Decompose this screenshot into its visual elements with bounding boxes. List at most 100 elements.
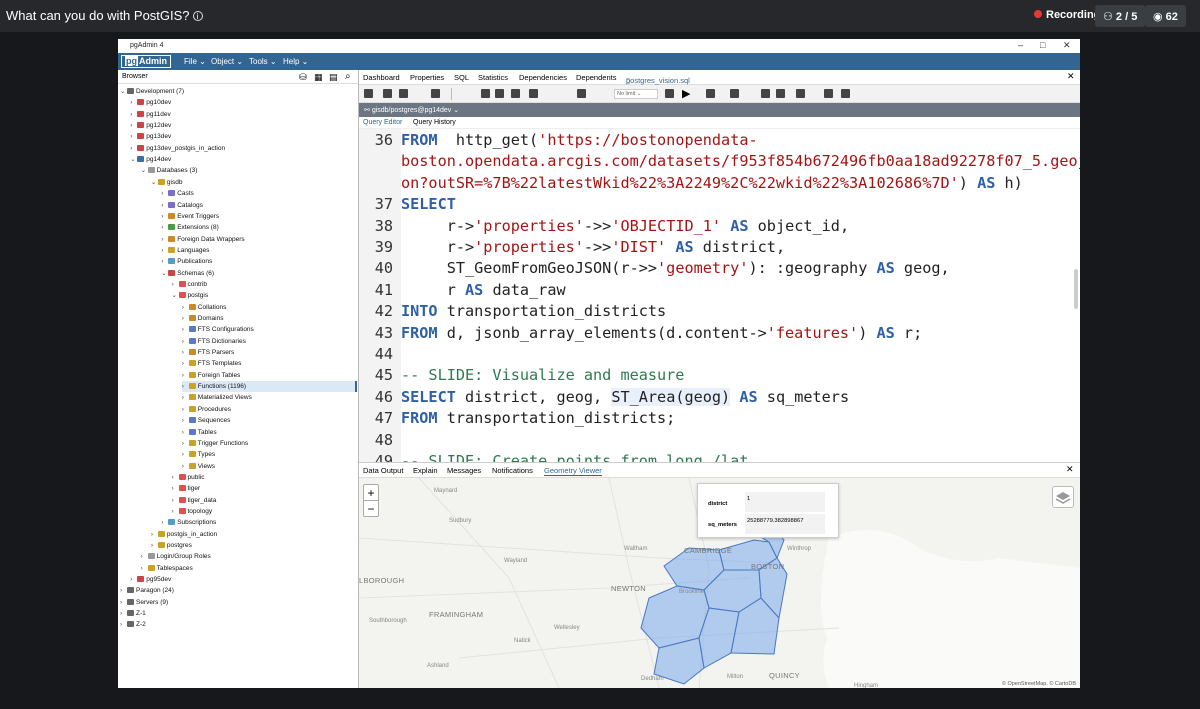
- chevron-right-icon[interactable]: ›: [172, 495, 179, 506]
- tab-messages[interactable]: Messages: [447, 466, 481, 475]
- code-line[interactable]: SELECT district, geog, ST_Area(geog) AS …: [401, 387, 849, 406]
- tree-item[interactable]: › pg12dev: [130, 120, 171, 131]
- clear-icon[interactable]: [796, 89, 805, 98]
- explain-icon[interactable]: [706, 89, 715, 98]
- tree-item[interactable]: › postgres: [151, 540, 192, 551]
- chevron-right-icon[interactable]: ›: [172, 472, 179, 483]
- chevron-right-icon[interactable]: ›: [182, 336, 189, 347]
- chevron-right-icon[interactable]: ›: [161, 256, 168, 267]
- chevron-right-icon[interactable]: ›: [161, 200, 168, 211]
- tab-query-editor[interactable]: Query Editor: [363, 119, 402, 126]
- tree-item[interactable]: › Foreign Data Wrappers: [161, 234, 245, 245]
- chevron-right-icon[interactable]: ›: [120, 597, 127, 608]
- chevron-right-icon[interactable]: ›: [182, 347, 189, 358]
- tab-sql[interactable]: SQL: [454, 73, 469, 82]
- tree-item[interactable]: › pg13dev_postgis_in_action: [130, 143, 225, 154]
- stop-icon[interactable]: [665, 89, 674, 98]
- code-line[interactable]: FROM http_get('https://bostonopendata-: [401, 131, 758, 149]
- editor-scrollbar[interactable]: [1074, 269, 1078, 309]
- code-line[interactable]: SELECT: [401, 195, 456, 213]
- tree-item[interactable]: › tiger_data: [172, 495, 216, 506]
- viewers-badge[interactable]: ◉ 62: [1145, 5, 1186, 27]
- chevron-right-icon[interactable]: ›: [130, 143, 137, 154]
- code-line[interactable]: r->'properties'->>'OBJECTID_1' AS object…: [401, 217, 849, 235]
- code-line[interactable]: FROM transportation_districts;: [401, 409, 675, 427]
- chevron-right-icon[interactable]: ›: [182, 415, 189, 426]
- sql-icon[interactable]: ▤: [329, 72, 338, 83]
- tab-notifications[interactable]: Notifications: [492, 466, 533, 475]
- chevron-right-icon[interactable]: ›: [151, 540, 158, 551]
- tree-item[interactable]: › Subscriptions: [161, 517, 216, 528]
- tree-item[interactable]: › postgis_in_action: [151, 529, 217, 540]
- tree-item[interactable]: › FTS Parsers: [182, 347, 234, 358]
- tab-properties[interactable]: Properties: [410, 73, 444, 82]
- tab-explain[interactable]: Explain: [413, 466, 438, 475]
- chevron-down-icon[interactable]: ⌄: [130, 154, 137, 165]
- folder-icon[interactable]: [383, 89, 392, 98]
- tab-dependents[interactable]: Dependents: [576, 73, 616, 82]
- menu-file[interactable]: File ⌄: [184, 57, 206, 66]
- grid-icon[interactable]: ▦: [314, 72, 323, 83]
- commit-icon[interactable]: [761, 89, 770, 98]
- chevron-right-icon[interactable]: ›: [161, 234, 168, 245]
- tree-item[interactable]: ⌄ Databases (3): [141, 165, 197, 176]
- tree-item[interactable]: › pg95dev: [130, 574, 171, 585]
- tab-dependencies[interactable]: Dependencies: [519, 73, 567, 82]
- tree-item[interactable]: › public: [172, 472, 204, 483]
- menu-tools[interactable]: Tools ⌄: [249, 57, 277, 66]
- map-attribution[interactable]: © OpenStreetMap, © CartoDB: [999, 681, 1078, 687]
- chevron-right-icon[interactable]: ›: [172, 279, 179, 290]
- tree-item[interactable]: › Domains: [182, 313, 223, 324]
- chevron-right-icon[interactable]: ›: [130, 109, 137, 120]
- geometry-map[interactable]: Maynard Sudbury Waltham Wayland CAMBRIDGE Win…: [359, 478, 1080, 688]
- tree-item[interactable]: › pg10dev: [130, 97, 171, 108]
- tree-item[interactable]: ⌄ postgis: [172, 290, 208, 301]
- chevron-right-icon[interactable]: ›: [182, 438, 189, 449]
- analyze-icon[interactable]: [730, 89, 739, 98]
- code-line[interactable]: -- SLIDE: Visualize and measure: [401, 366, 684, 384]
- tree-item[interactable]: ⌄ Schemas (6): [161, 268, 214, 279]
- code-line[interactable]: ST_GeomFromGeoJSON(r->>'geometry'): :geo…: [401, 259, 950, 277]
- chevron-down-icon[interactable]: ⌄: [141, 165, 148, 176]
- chevron-right-icon[interactable]: ›: [120, 608, 127, 619]
- tree-item[interactable]: › Sequences: [182, 415, 230, 426]
- tree-item[interactable]: ⌄ pg14dev: [130, 154, 171, 165]
- tree-item[interactable]: › Event Triggers: [161, 211, 219, 222]
- chevron-right-icon[interactable]: ›: [182, 324, 189, 335]
- close-output-icon[interactable]: ✕: [1066, 464, 1074, 475]
- tree-item[interactable]: › Views: [182, 461, 215, 472]
- code-line[interactable]: r->'properties'->>'DIST' AS district,: [401, 238, 785, 256]
- tab-dashboard[interactable]: Dashboard: [363, 73, 400, 82]
- chevron-right-icon[interactable]: ›: [182, 427, 189, 438]
- tab-geometry-viewer[interactable]: Geometry Viewer: [544, 466, 602, 476]
- info-icon[interactable]: i: [192, 11, 203, 21]
- minimize-icon[interactable]: –: [1018, 40, 1023, 50]
- tree-item[interactable]: › Z-2: [120, 619, 146, 630]
- chevron-down-icon[interactable]: ⌄: [172, 290, 179, 301]
- tab-query-history[interactable]: Query History: [413, 119, 456, 126]
- zoom-in-button[interactable]: +: [364, 485, 378, 501]
- chevron-right-icon[interactable]: ›: [141, 563, 148, 574]
- chevron-right-icon[interactable]: ›: [182, 381, 189, 392]
- layers-button[interactable]: [1052, 486, 1074, 508]
- edit-icon[interactable]: [529, 89, 538, 98]
- tree-item[interactable]: ⌄ gisdb: [151, 177, 182, 188]
- tree-item[interactable]: › Tablespaces: [141, 563, 193, 574]
- tree-item[interactable]: › Foreign Tables: [182, 370, 240, 381]
- menu-object[interactable]: Object ⌄: [211, 57, 243, 66]
- tree-item[interactable]: ⌄ Development (7): [120, 86, 184, 97]
- chevron-right-icon[interactable]: ›: [161, 517, 168, 528]
- chevron-right-icon[interactable]: ›: [182, 358, 189, 369]
- execute-icon[interactable]: ▶: [682, 87, 690, 100]
- tree-item[interactable]: › tiger: [172, 483, 200, 494]
- chevron-right-icon[interactable]: ›: [182, 302, 189, 313]
- connection-bar[interactable]: ⚯ gisdb/postgres@pg14dev ⌄: [359, 103, 1080, 117]
- find-icon[interactable]: [431, 89, 440, 98]
- tree-item[interactable]: › Procedures: [182, 404, 231, 415]
- chevron-down-icon[interactable]: ⌄: [161, 268, 168, 279]
- close-window-icon[interactable]: ✕: [1063, 40, 1071, 51]
- code-line[interactable]: FROM d, jsonb_array_elements(d.content->…: [401, 324, 922, 342]
- chevron-right-icon[interactable]: ›: [120, 585, 127, 596]
- chevron-right-icon[interactable]: ›: [172, 506, 179, 517]
- zoom-out-button[interactable]: −: [364, 501, 378, 517]
